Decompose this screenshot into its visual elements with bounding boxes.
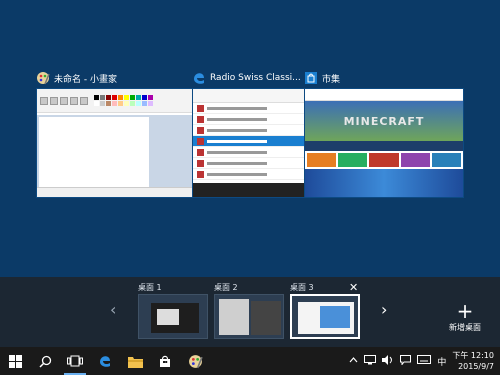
ime-indicator[interactable]: 中	[437, 355, 446, 368]
clock-date: 2015/9/7	[458, 362, 494, 371]
window-paint[interactable]: 未命名 - 小畫家	[36, 68, 196, 198]
edge-icon	[192, 71, 206, 85]
task-view-icon[interactable]	[60, 347, 90, 375]
desktop-thumbnail	[138, 294, 208, 339]
window-header: 未命名 - 小畫家	[36, 68, 196, 88]
start-icon[interactable]	[0, 347, 30, 375]
window-thumbnail	[36, 88, 196, 198]
clock-time: 下午 12:10	[452, 351, 494, 360]
system-tray: 中 下午 12:10 2015/9/7	[349, 347, 500, 375]
network-icon[interactable]	[364, 354, 377, 368]
store-icon	[304, 71, 318, 85]
keyboard-icon[interactable]	[417, 355, 432, 367]
new-desktop-label: 新增桌面	[449, 323, 481, 332]
taskbar: 中 下午 12:10 2015/9/7	[0, 347, 500, 375]
store-icon[interactable]	[150, 347, 180, 375]
desktop-label: 桌面 1	[138, 283, 162, 292]
action-center-icon[interactable]	[400, 354, 412, 368]
desktop-label: 桌面 2	[214, 283, 238, 292]
close-desktop-icon[interactable]: ✕	[349, 281, 358, 294]
paint-icon[interactable]	[180, 347, 210, 375]
search-icon[interactable]	[30, 347, 60, 375]
paint-icon	[36, 71, 50, 85]
edge-icon[interactable]	[90, 347, 120, 375]
window-store[interactable]: 市集 MINECRAFT	[304, 68, 464, 198]
chevron-right-icon[interactable]: ›	[381, 300, 387, 319]
window-title: 市集	[322, 74, 341, 85]
chevron-up-icon[interactable]	[349, 356, 358, 366]
desktop-1[interactable]: 桌面 1	[138, 282, 208, 339]
store-banner: MINECRAFT	[343, 114, 425, 128]
window-title: Radio Swiss Classi...	[210, 73, 301, 83]
plus-icon: +	[456, 299, 474, 323]
new-desktop-button[interactable]: + 新增桌面	[440, 299, 490, 333]
window-header: 市集	[304, 68, 464, 88]
desktop-thumbnail	[290, 294, 360, 339]
volume-icon[interactable]	[382, 354, 394, 368]
window-title: 未命名 - 小畫家	[54, 74, 117, 85]
chevron-left-icon[interactable]: ‹	[110, 300, 116, 319]
file-explorer-icon[interactable]	[120, 347, 150, 375]
window-thumbnail: MINECRAFT	[304, 88, 464, 198]
desktop-2[interactable]: 桌面 2	[214, 282, 284, 339]
clock[interactable]: 下午 12:10 2015/9/7	[452, 350, 494, 372]
desktop-thumbnail	[214, 294, 284, 339]
